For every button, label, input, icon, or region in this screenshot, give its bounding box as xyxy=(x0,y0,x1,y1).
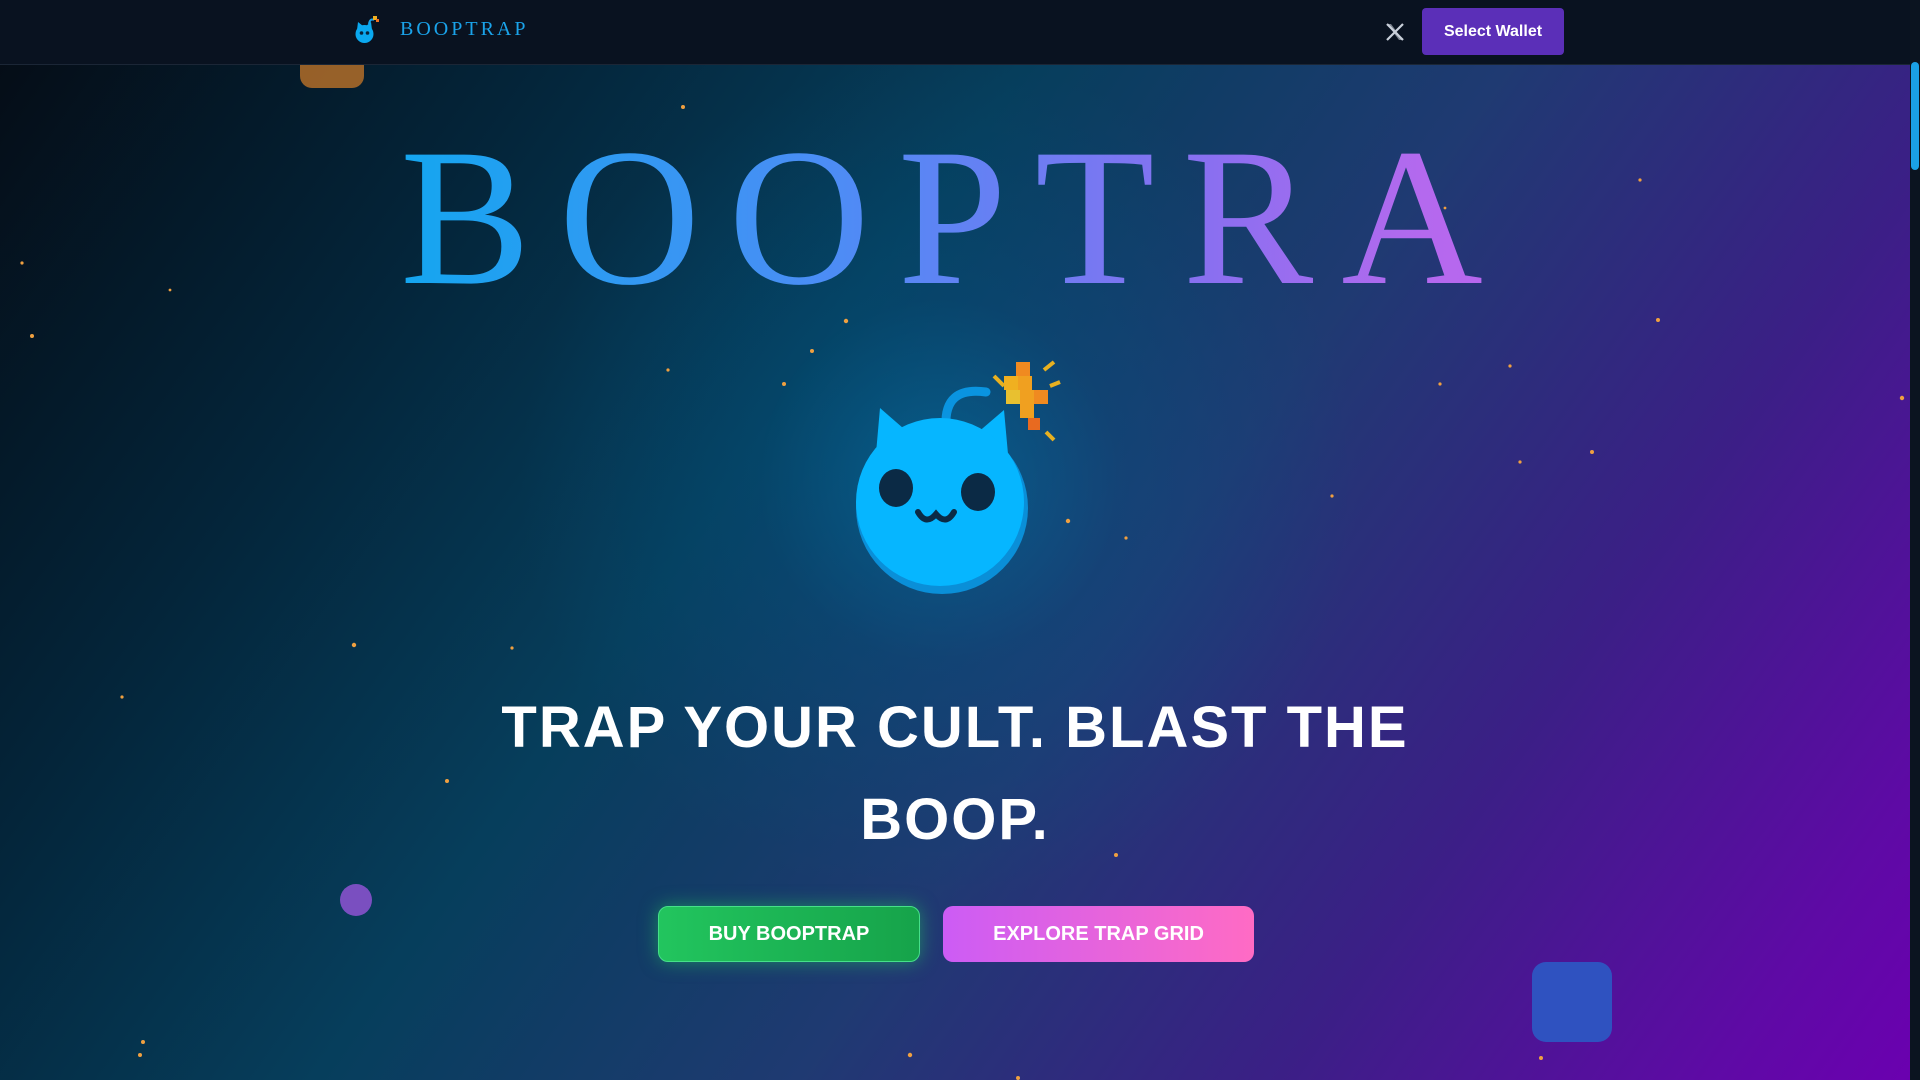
floating-blue-block xyxy=(1532,962,1612,1042)
bomb-cat-logo-icon[interactable] xyxy=(352,14,382,46)
floating-purple-dot xyxy=(340,884,372,916)
bomb-cat-mascot-icon xyxy=(856,360,1061,594)
explore-trap-grid-button[interactable]: EXPLORE TRAP GRID xyxy=(943,906,1254,962)
brand-name[interactable]: BOOPTRAP xyxy=(400,18,528,41)
x-logo-icon[interactable] xyxy=(1385,22,1405,42)
hero-tagline: TRAP YOUR CULT. BLAST THE BOOP. xyxy=(501,695,1409,852)
select-wallet-button[interactable]: Select Wallet xyxy=(1422,8,1564,55)
top-navbar: BOOPTRAP Select Wallet xyxy=(0,0,1910,65)
hero-title-container: BOOPTRAP xyxy=(390,120,1516,320)
page-scrollbar[interactable] xyxy=(1910,0,1920,1080)
hero-title: BOOPTRAP xyxy=(400,120,1516,316)
scrollbar-thumb[interactable] xyxy=(1911,62,1919,170)
buy-booptrap-button[interactable]: BUY BOOPTRAP xyxy=(658,906,920,962)
